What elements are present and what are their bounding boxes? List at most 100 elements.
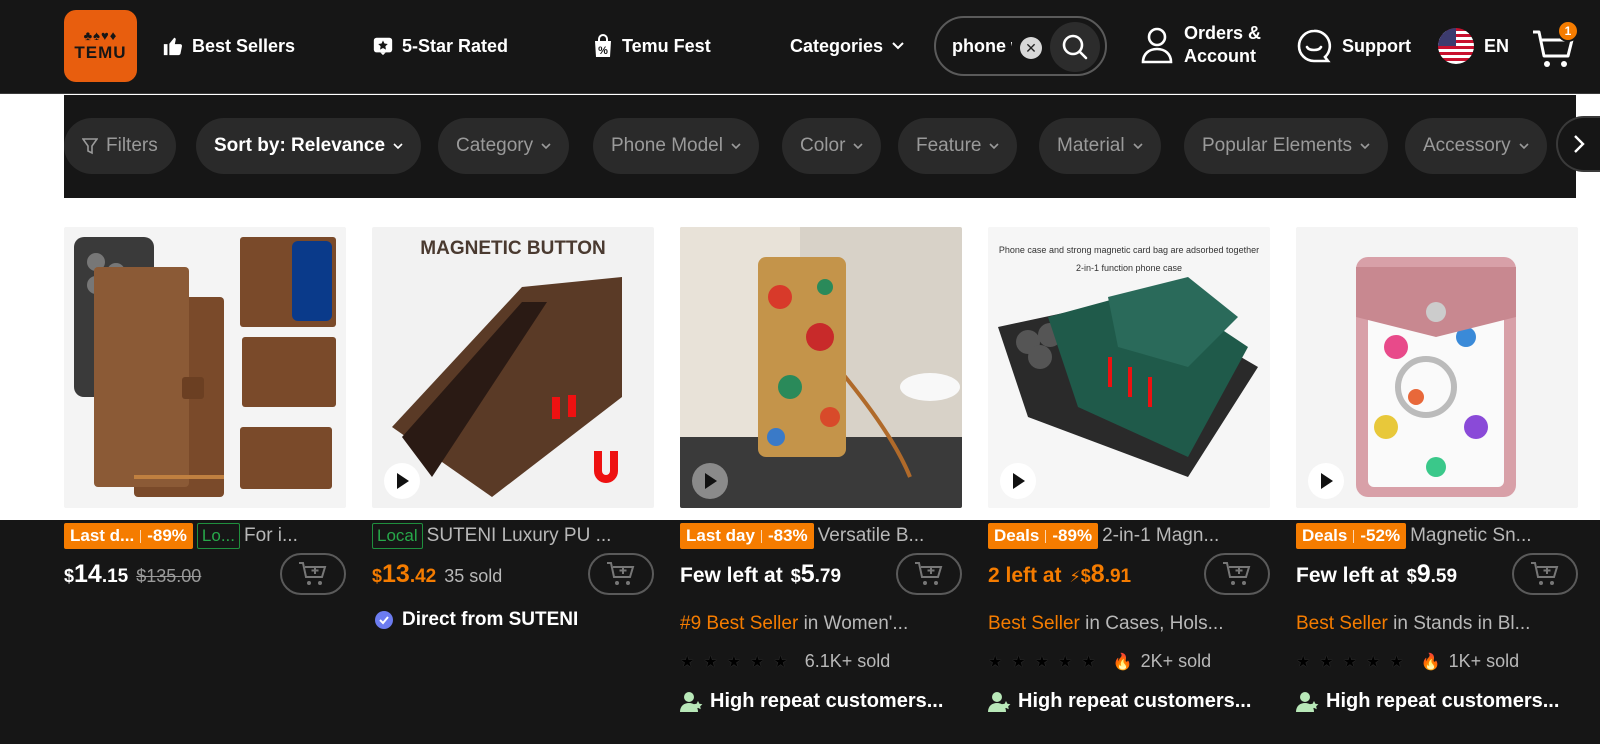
price-row: $13.42 35 sold [372, 560, 502, 598]
chevron-down-icon [731, 143, 741, 150]
search-input[interactable]: phone w [952, 36, 1012, 57]
price-cents: .15 [101, 566, 129, 587]
add-to-cart-icon [915, 562, 943, 585]
support-link[interactable]: Support [1296, 28, 1411, 64]
filter-color[interactable]: Color [782, 118, 882, 174]
rank-category: in Women'... [803, 613, 909, 634]
nav-label: Best Sellers [192, 35, 296, 56]
product-title[interactable]: Magnetic Sn... [1410, 525, 1531, 547]
price-dollars: 5 [800, 560, 815, 588]
account-line1: Orders & [1184, 23, 1262, 43]
sold-count: 6.1K+ sold [804, 651, 891, 671]
language-label: EN [1484, 35, 1510, 56]
top-header: ♣♠♥♦ TEMU Best Sellers 5-Star Rated % Te… [0, 0, 1600, 94]
deal-badge-label: Deals [994, 526, 1040, 545]
price: $13.42 [372, 560, 436, 589]
nav-label: 5-Star Rated [402, 35, 509, 56]
flame-icon: 🔥 [1112, 653, 1133, 671]
chip-label: Phone Model [611, 135, 723, 156]
filter-phone-model[interactable]: Phone Model [593, 118, 759, 174]
temu-logo[interactable]: ♣♠♥♦ TEMU [64, 10, 137, 82]
best-seller-rank[interactable]: #9 Best Seller in Women'... [680, 613, 970, 635]
price-cents: .42 [409, 566, 437, 587]
badge-separator [1045, 529, 1047, 543]
filter-popular-elements[interactable]: Popular Elements [1184, 118, 1388, 174]
product-image[interactable] [1296, 227, 1578, 508]
chip-label: Accessory [1423, 135, 1511, 156]
price: $5.79 [791, 560, 841, 589]
flame-icon: 🔥 [1420, 653, 1441, 671]
discount-label: -83% [767, 526, 808, 545]
nav-categories[interactable]: Categories [790, 30, 905, 62]
add-to-cart-button[interactable] [896, 553, 962, 595]
chevron-down-icon [989, 143, 1000, 150]
price-currency: $ [372, 566, 383, 586]
direct-from-seller[interactable]: Direct from SUTENI [374, 609, 578, 631]
product-title[interactable]: 2-in-1 Magn... [1102, 525, 1219, 547]
rank-highlight: #9 Best Seller [680, 613, 799, 634]
add-to-cart-button[interactable] [1204, 553, 1270, 595]
price-dollars: 13 [382, 560, 410, 588]
repeat-customers: High repeat customers... [680, 690, 943, 713]
sort-dropdown[interactable]: Sort by: Relevance [196, 118, 422, 174]
add-to-cart-button[interactable] [588, 553, 654, 595]
product-image[interactable] [680, 227, 962, 508]
deal-badge: Last day -83% [680, 523, 814, 549]
chevron-down-icon [1133, 143, 1143, 150]
original-price: $135.00 [136, 566, 202, 586]
deal-badge-label: Last day [686, 526, 755, 545]
add-to-cart-button[interactable] [1512, 553, 1578, 595]
repeat-customer-icon [1296, 691, 1319, 712]
language-selector[interactable]: EN [1438, 28, 1509, 64]
deal-badge: Last d... -89% [64, 523, 193, 549]
chevron-down-icon [541, 143, 551, 150]
nav-five-star-rated[interactable]: 5-Star Rated [372, 30, 508, 62]
product-title-row: Last d... -89% Lo... For i... [64, 522, 364, 550]
star-rating-icon: ★★★★★ [988, 653, 1105, 671]
add-to-cart-button[interactable] [280, 553, 346, 595]
best-seller-rank[interactable]: Best Seller in Cases, Hols... [988, 613, 1278, 635]
search-box[interactable]: phone w ✕ [934, 16, 1107, 76]
product-title[interactable]: SUTENI Luxury PU ... [427, 525, 612, 547]
percent-bag-icon: % [595, 34, 611, 57]
svg-text:%: % [598, 45, 608, 57]
filter-material[interactable]: Material [1039, 118, 1161, 174]
repeat-customer-icon [988, 691, 1011, 712]
filter-accessory[interactable]: Accessory [1405, 118, 1547, 174]
sold-count: 2K+ sold [1140, 651, 1212, 671]
product-image[interactable]: Phone case and strong magnetic card bag … [988, 227, 1270, 508]
price: ⚡$8.91 [1070, 560, 1132, 589]
price-cents: .91 [1104, 566, 1132, 587]
best-seller-rank[interactable]: Best Seller in Stands in Bl... [1296, 613, 1576, 635]
price: $14.15 [64, 560, 128, 589]
sort-label: Sort by: Relevance [214, 135, 386, 156]
image-caption: MAGNETIC BUTTON [420, 238, 605, 259]
image-caption-2: 2-in-1 function phone case [1076, 263, 1182, 273]
product-image[interactable] [64, 227, 346, 508]
filters-label: Filters [106, 135, 158, 156]
search-button[interactable] [1050, 22, 1100, 72]
nav-temu-fest[interactable]: % Temu Fest [592, 30, 711, 62]
product-title[interactable]: For i... [244, 525, 298, 547]
orders-account[interactable]: Orders & Account [1140, 22, 1261, 68]
chip-label: Material [1057, 135, 1125, 156]
filter-category[interactable]: Category [438, 118, 570, 174]
price-currency: $ [1406, 566, 1417, 586]
repeat-customers: High repeat customers... [1296, 690, 1559, 713]
us-flag-icon [1438, 28, 1474, 64]
filters-button[interactable]: Filters [64, 118, 176, 174]
filter-feature[interactable]: Feature [898, 118, 1018, 174]
clear-search-icon[interactable]: ✕ [1020, 37, 1042, 59]
filter-bar: Filters Sort by: Relevance Category Phon… [64, 95, 1576, 198]
repeat-label: High repeat customers... [1326, 690, 1560, 712]
product-image[interactable]: MAGNETIC BUTTON [372, 227, 654, 508]
chevron-down-icon [892, 42, 904, 50]
price-currency: $ [1080, 566, 1091, 586]
chevron-down-icon [393, 143, 403, 150]
local-badge: Local [372, 523, 423, 549]
sold-count: 35 sold [444, 566, 503, 586]
product-title[interactable]: Versatile B... [818, 525, 925, 547]
badge-separator [760, 529, 762, 543]
deal-badge: Deals -52% [1296, 523, 1407, 549]
nav-best-sellers[interactable]: Best Sellers [162, 30, 295, 62]
